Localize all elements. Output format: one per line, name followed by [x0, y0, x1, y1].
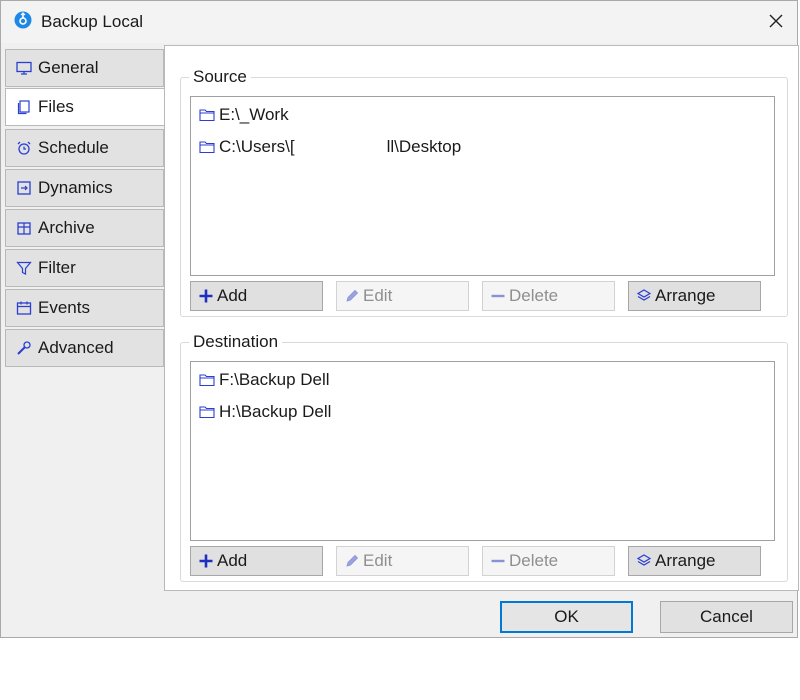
delete-label: Delete: [509, 286, 559, 305]
tab-label: Filter: [38, 258, 76, 277]
source-group-title: Source: [189, 67, 251, 87]
destination-edit-button[interactable]: Edit: [336, 546, 469, 576]
tab-schedule[interactable]: Schedule: [5, 129, 164, 167]
pencil-icon: [344, 288, 360, 304]
folder-icon: [199, 140, 215, 154]
list-item[interactable]: F:\Backup Dell: [199, 369, 330, 391]
plus-icon: [198, 553, 214, 569]
add-label: Add: [217, 551, 248, 570]
source-delete-button[interactable]: Delete: [482, 281, 615, 311]
minus-icon: [490, 553, 506, 569]
tab-filter[interactable]: Filter: [5, 249, 164, 287]
folder-icon: [199, 405, 215, 419]
backup-local-dialog: Backup Local General Files Schedule Dyna…: [0, 0, 799, 638]
tab-label: Schedule: [38, 138, 109, 157]
tab-label: Advanced: [38, 338, 114, 357]
tab-label: Events: [38, 298, 90, 317]
edit-label: Edit: [363, 286, 393, 305]
tab-label: General: [38, 58, 99, 77]
plus-icon: [198, 288, 214, 304]
arrange-label: Arrange: [655, 286, 716, 305]
destination-add-button[interactable]: Add: [190, 546, 323, 576]
cancel-button[interactable]: Cancel: [660, 601, 793, 633]
document-icon: [16, 99, 32, 115]
destination-group: Destination F:\Backup Dell H:\Backup Del…: [180, 332, 788, 582]
source-edit-button[interactable]: Edit: [336, 281, 469, 311]
files-tab-panel: Source E:\_Work C:\Users\[ ll\Desktop Ad…: [164, 45, 799, 591]
edit-label: Edit: [363, 551, 393, 570]
list-item-path: H:\Backup Dell: [219, 402, 332, 421]
source-arrange-button[interactable]: Arrange: [628, 281, 761, 311]
tab-events[interactable]: Events: [5, 289, 164, 327]
tab-label: Files: [38, 97, 74, 116]
tab-files[interactable]: Files: [5, 88, 167, 126]
destination-list[interactable]: F:\Backup Dell H:\Backup Dell: [190, 361, 775, 541]
wrench-icon: [16, 340, 32, 356]
tab-label: Dynamics: [38, 178, 113, 197]
folder-icon: [199, 373, 215, 387]
source-list[interactable]: E:\_Work C:\Users\[ ll\Desktop: [190, 96, 775, 276]
monitor-icon: [16, 60, 32, 76]
tab-advanced[interactable]: Advanced: [5, 329, 164, 367]
list-item[interactable]: C:\Users\[ ll\Desktop: [199, 136, 461, 158]
list-item-path-start: C:\Users\[: [219, 137, 295, 156]
destination-arrange-button[interactable]: Arrange: [628, 546, 761, 576]
layers-icon: [636, 553, 652, 569]
list-item-path-end: ll\Desktop: [386, 137, 462, 156]
calendar-icon: [16, 300, 32, 316]
destination-group-title: Destination: [189, 332, 283, 352]
tab-archive[interactable]: Archive: [5, 209, 164, 247]
list-item[interactable]: E:\_Work: [199, 104, 289, 126]
close-button[interactable]: [761, 7, 791, 35]
layers-icon: [636, 288, 652, 304]
funnel-icon: [16, 260, 32, 276]
window-title: Backup Local: [41, 12, 144, 31]
close-icon: [769, 14, 783, 28]
dynamics-icon: [16, 180, 32, 196]
source-group: Source E:\_Work C:\Users\[ ll\Desktop Ad…: [180, 67, 788, 317]
arrange-label: Arrange: [655, 551, 716, 570]
alarm-clock-icon: [16, 140, 32, 156]
archive-box-icon: [16, 220, 32, 236]
list-item[interactable]: H:\Backup Dell: [199, 401, 331, 423]
tab-label: Archive: [38, 218, 95, 237]
destination-delete-button[interactable]: Delete: [482, 546, 615, 576]
add-label: Add: [217, 286, 248, 305]
tab-general[interactable]: General: [5, 49, 164, 87]
list-item-path: E:\_Work: [219, 105, 289, 124]
ok-button[interactable]: OK: [500, 601, 633, 633]
source-add-button[interactable]: Add: [190, 281, 323, 311]
list-item-path: F:\Backup Dell: [219, 370, 330, 389]
folder-icon: [199, 108, 215, 122]
title-bar: Backup Local: [1, 1, 797, 43]
app-logo-icon: [14, 11, 32, 29]
tab-dynamics[interactable]: Dynamics: [5, 169, 164, 207]
pencil-icon: [344, 553, 360, 569]
minus-icon: [490, 288, 506, 304]
delete-label: Delete: [509, 551, 559, 570]
